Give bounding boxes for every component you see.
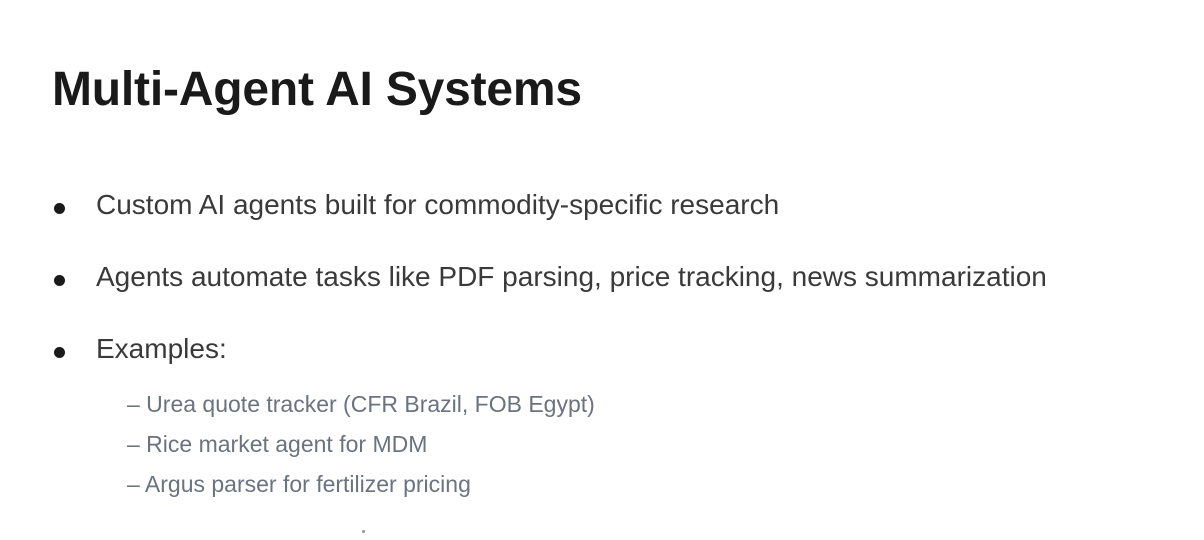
bullet-text: Agents automate tasks like PDF parsing, … — [96, 261, 1047, 292]
bullet-dot-icon — [54, 203, 65, 214]
example-item: – Argus parser for fertilizer pricing — [127, 471, 471, 497]
slide: Multi-Agent AI Systems Custom AI agents … — [0, 0, 1204, 538]
example-item: – Urea quote tracker (CFR Brazil, FOB Eg… — [127, 391, 595, 417]
clipped-glyph — [362, 530, 365, 533]
bullet-text: Custom AI agents built for commodity-spe… — [96, 189, 780, 220]
slide-title: Multi-Agent AI Systems — [52, 63, 582, 116]
bullet-dot-icon — [54, 347, 65, 358]
examples-list: – Urea quote tracker (CFR Brazil, FOB Eg… — [127, 384, 595, 504]
bullet-dot-icon — [54, 275, 65, 286]
bullet-text: Examples: — [96, 333, 227, 364]
example-item: – Rice market agent for MDM — [127, 431, 428, 457]
